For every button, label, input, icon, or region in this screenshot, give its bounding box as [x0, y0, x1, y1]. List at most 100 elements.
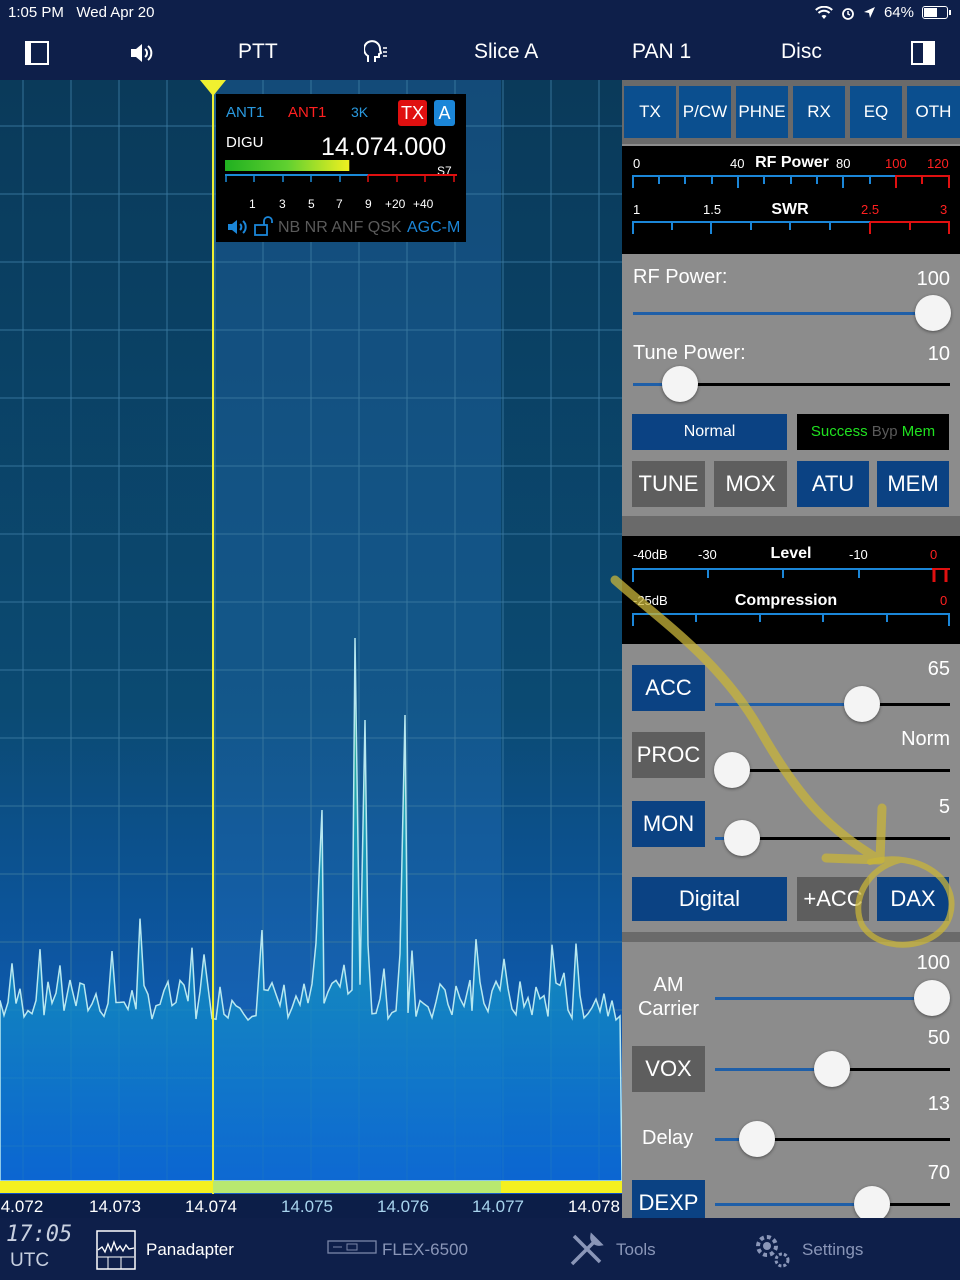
section-divider: [622, 932, 960, 942]
disc-button[interactable]: Disc: [781, 40, 822, 64]
tab-phne[interactable]: PHNE: [736, 86, 788, 138]
rf-scale-120: 120: [927, 156, 949, 171]
atu-mode-button[interactable]: Normal: [632, 414, 787, 450]
status-icons: 64%: [815, 4, 951, 21]
acc-slider-knob[interactable]: [844, 686, 880, 722]
sidebar-left-icon[interactable]: [25, 41, 49, 65]
tune-power-slider-knob[interactable]: [662, 366, 699, 402]
freq-tick: 14.073: [89, 1197, 141, 1216]
frequency-display[interactable]: 14.074.000: [321, 133, 446, 162]
vox-slider-knob[interactable]: [814, 1051, 850, 1087]
tx-antenna[interactable]: ANT1: [288, 104, 326, 121]
panel-tabs: TX P/CW PHNE RX EQ OTH: [622, 80, 960, 144]
top-toolbar: PTT Slice A PAN 1 Disc: [0, 26, 960, 80]
tx-control-panel: TX P/CW PHNE RX EQ OTH 0 40 RF Power 80 …: [622, 80, 960, 1218]
tune-power-value: 10: [927, 343, 950, 365]
rf-power-value: 100: [916, 268, 950, 290]
s-scale-9: 9: [365, 197, 372, 211]
lock-open-icon[interactable]: [253, 215, 275, 237]
tune-power-label: Tune Power:: [633, 342, 746, 364]
rx-antenna[interactable]: ANT1: [226, 104, 264, 121]
rf-power-slider-knob[interactable]: [915, 295, 951, 331]
spectrum-display[interactable]: [0, 80, 622, 1218]
tab-pcw[interactable]: P/CW: [679, 86, 731, 138]
radio-icon[interactable]: [327, 1240, 377, 1254]
proc-slider-knob[interactable]: [714, 752, 750, 788]
slice-flag[interactable]: ANT1 ANT1 3K TX A DIGU 14.074.000 S7 1 3…: [216, 94, 466, 242]
rf-power-label: RF Power:: [633, 266, 728, 288]
acc-button[interactable]: ACC: [632, 665, 705, 711]
gear-icon[interactable]: [752, 1230, 792, 1270]
settings-tab[interactable]: Settings: [802, 1240, 863, 1260]
tools-icon[interactable]: [566, 1230, 606, 1270]
tune-button[interactable]: TUNE: [632, 461, 705, 507]
level-scale-minus10: -10: [849, 547, 868, 562]
slice-button[interactable]: Slice A: [474, 40, 538, 64]
s-scale-plus40: +40: [413, 197, 434, 211]
atu-button[interactable]: ATU: [797, 461, 869, 507]
delay-slider-knob[interactable]: [739, 1121, 775, 1157]
utc-label: UTC: [10, 1250, 50, 1271]
pan-button[interactable]: PAN 1: [632, 40, 691, 64]
band-bar-passband: [213, 1181, 501, 1193]
digital-button[interactable]: Digital: [632, 877, 787, 921]
mon-slider-knob[interactable]: [724, 820, 760, 856]
dexp-slider-knob[interactable]: [854, 1186, 890, 1218]
tools-tab[interactable]: Tools: [616, 1240, 656, 1260]
dax-button[interactable]: DAX: [877, 877, 949, 921]
section-divider: [622, 516, 960, 536]
mon-button[interactable]: MON: [632, 801, 705, 847]
swr-meter-title: SWR: [771, 201, 809, 218]
delay-value: 13: [927, 1093, 950, 1115]
speaker-icon[interactable]: [128, 41, 156, 65]
mox-button[interactable]: MOX: [714, 461, 787, 507]
compression-meter-title: Compression: [734, 592, 838, 609]
panadapter-icon[interactable]: [96, 1230, 136, 1270]
panadapter[interactable]: [0, 80, 622, 1218]
dexp-button[interactable]: DEXP: [632, 1180, 705, 1218]
level-meter-title: Level: [770, 545, 812, 562]
level-scale-0: 0: [930, 547, 938, 562]
dsp-flags[interactable]: NB NR ANF QSK: [278, 219, 402, 237]
swr-scale-2-5: 2.5: [861, 202, 880, 217]
swr-scale-1: 1: [633, 202, 641, 217]
tab-rx[interactable]: RX: [793, 86, 845, 138]
sidebar-right-icon[interactable]: [911, 41, 935, 65]
rf-scale-0: 0: [633, 156, 641, 171]
mode-label[interactable]: DIGU: [226, 134, 264, 151]
am-carrier-slider-knob[interactable]: [914, 980, 950, 1016]
proc-button[interactable]: PROC: [632, 732, 705, 778]
mem-button[interactable]: MEM: [877, 461, 949, 507]
proc-slider[interactable]: [715, 769, 950, 772]
vox-button[interactable]: VOX: [632, 1046, 705, 1092]
atu-status-byp: Byp: [871, 423, 898, 440]
comp-scale-minus25: -25dB: [633, 593, 668, 608]
agc-mode[interactable]: AGC-M: [407, 219, 460, 237]
acc-slider[interactable]: [715, 703, 950, 706]
dexp-slider[interactable]: [715, 1203, 950, 1206]
freq-tick: 14.076: [377, 1197, 429, 1216]
slice-audio-icon[interactable]: [226, 217, 248, 237]
proc-value: Norm: [901, 728, 950, 750]
tab-tx[interactable]: TX: [624, 86, 676, 138]
radio-tab[interactable]: FLEX-6500: [382, 1240, 468, 1260]
frequency-axis[interactable]: 4.072 14.073 14.074 14.075 14.076 14.077…: [0, 1194, 622, 1218]
atu-status-success: Success: [810, 423, 868, 440]
tab-oth[interactable]: OTH: [907, 86, 960, 138]
slice-letter[interactable]: A: [434, 100, 455, 126]
s-scale-1: 1: [249, 197, 256, 211]
voice-head-icon[interactable]: [364, 40, 390, 66]
tab-eq[interactable]: EQ: [850, 86, 902, 138]
tx-badge[interactable]: TX: [398, 100, 427, 126]
filter-width[interactable]: 3K: [351, 104, 368, 120]
rf-meter-scale: [632, 175, 950, 188]
panadapter-tab[interactable]: Panadapter: [146, 1240, 234, 1260]
location-icon: [863, 7, 875, 18]
ptt-button[interactable]: PTT: [238, 40, 278, 64]
rf-power-slider[interactable]: [633, 312, 950, 315]
plus-acc-button[interactable]: +ACC: [797, 877, 869, 921]
status-bar: 1:05 PM Wed Apr 20 64%: [0, 0, 960, 26]
dexp-value: 70: [927, 1162, 950, 1184]
alarm-icon: [842, 7, 854, 20]
freq-tick: 4.072: [0, 1197, 44, 1216]
